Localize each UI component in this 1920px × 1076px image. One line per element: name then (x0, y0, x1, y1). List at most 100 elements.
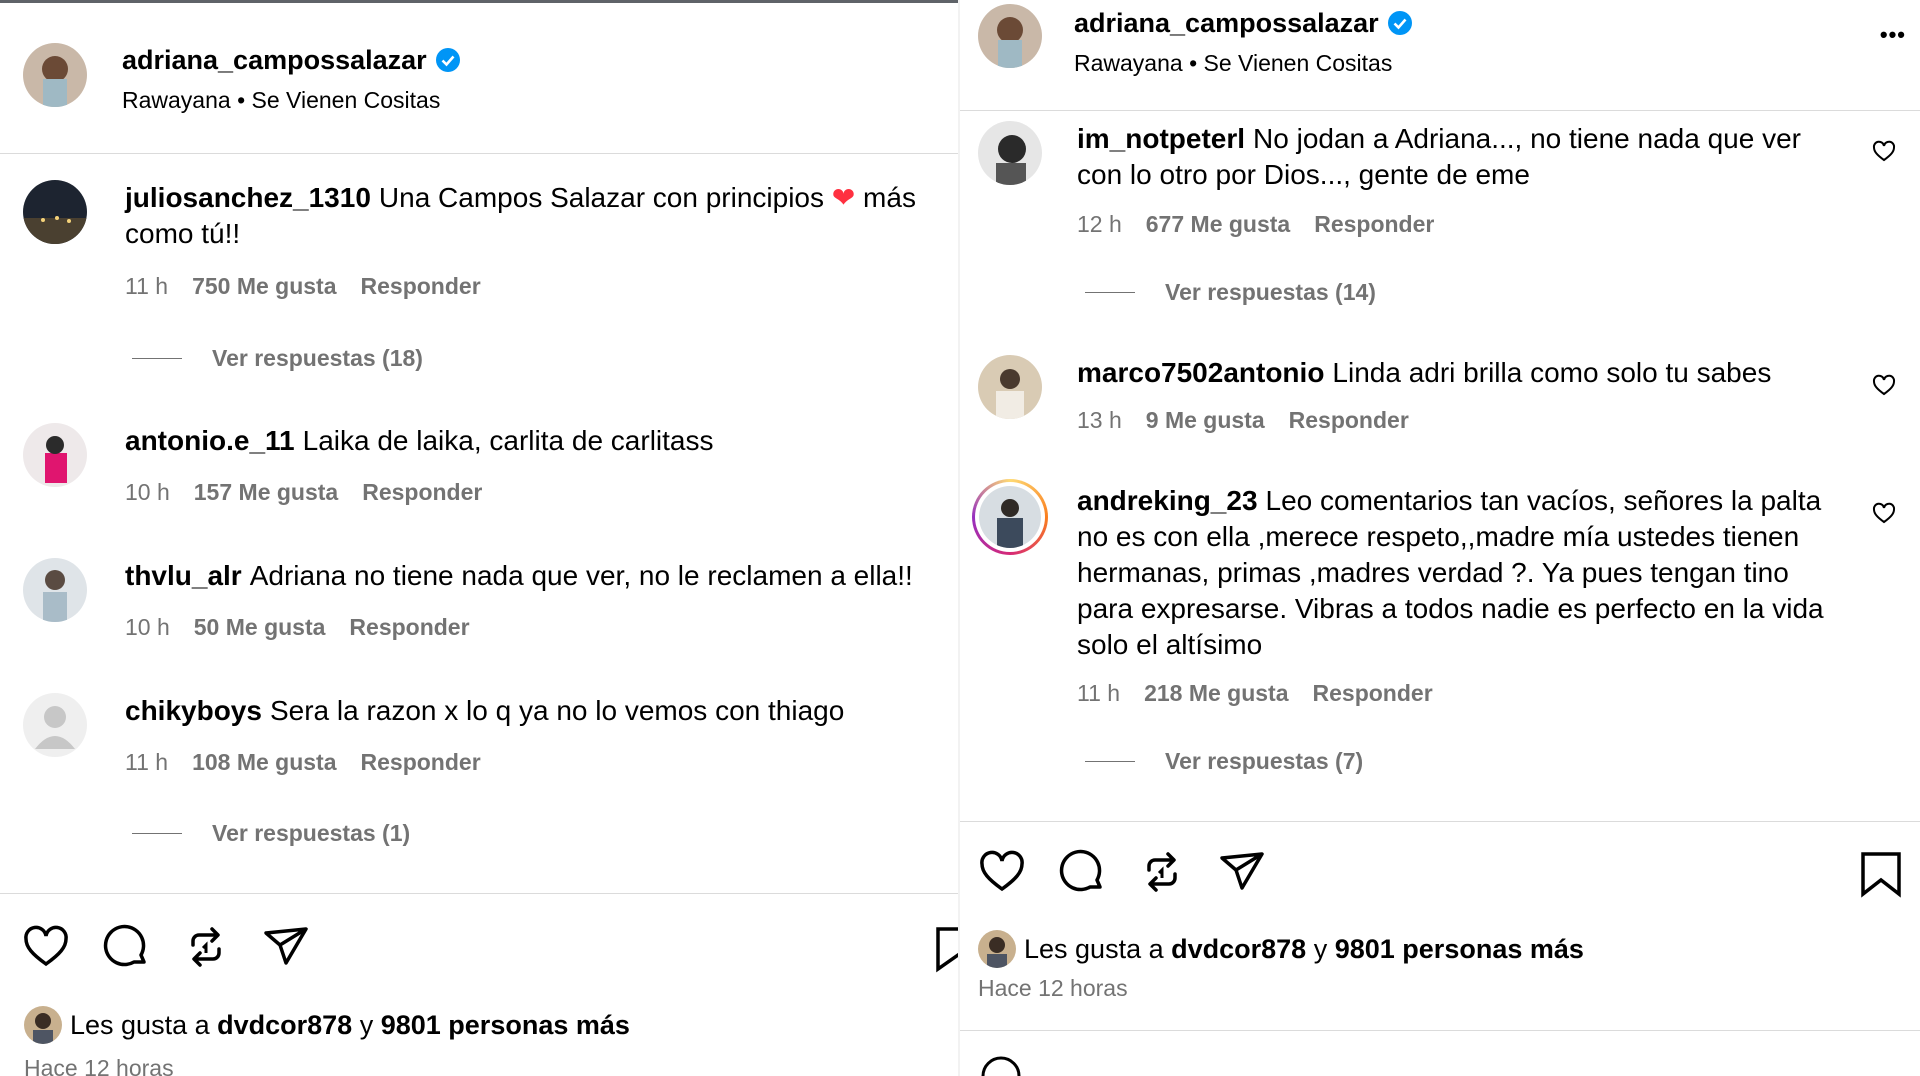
left-post-panel: adriana_campossalazar Rawayana • Se Vien… (0, 0, 958, 1076)
author-avatar[interactable] (23, 43, 87, 107)
view-replies-button[interactable]: Ver respuestas (18) (132, 345, 423, 372)
post-header: adriana_campossalazar Rawayana • Se Vien… (978, 4, 1920, 78)
commenter-username[interactable]: thvlu_alr (125, 560, 242, 591)
composer-divider (960, 1030, 1920, 1031)
repost-icon[interactable] (182, 923, 230, 971)
more-icon[interactable]: ••• (1880, 22, 1906, 48)
comment-meta: 11 h 108 Me gusta Responder (125, 749, 481, 776)
likes-summary: Les gusta a dvdcor878 y 9801 personas má… (24, 1006, 630, 1044)
share-icon[interactable] (262, 923, 310, 971)
audio-subline[interactable]: Rawayana • Se Vienen Cositas (122, 85, 461, 115)
right-post-panel: adriana_campossalazar Rawayana • Se Vien… (960, 0, 1920, 1076)
comment-time[interactable]: 13 h (1077, 407, 1122, 434)
replies-line (132, 358, 182, 359)
liker-avatar[interactable] (978, 930, 1016, 968)
commenter-username[interactable]: juliosanchez_1310 (125, 182, 371, 213)
comment-time[interactable]: 11 h (1077, 680, 1120, 707)
actions-divider (0, 893, 958, 894)
bookmark-icon[interactable] (1860, 850, 1902, 898)
commenter-avatar[interactable] (23, 180, 87, 244)
repost-icon[interactable] (1138, 848, 1186, 896)
reply-button[interactable]: Responder (1289, 407, 1409, 434)
liker-username[interactable]: dvdcor878 (1171, 934, 1306, 965)
comment-text: Una Campos Salazar con principios (378, 182, 825, 213)
comment-time[interactable]: 10 h (125, 614, 170, 641)
liker-username[interactable]: dvdcor878 (217, 1010, 352, 1041)
verified-icon (435, 47, 461, 73)
commenter-username[interactable]: antonio.e_11 (125, 425, 295, 456)
comment-likes[interactable]: 9 Me gusta (1146, 407, 1265, 434)
post-actions (978, 848, 1266, 896)
replies-line (132, 833, 182, 834)
comment-meta: 10 h 157 Me gusta Responder (125, 479, 482, 506)
comment-likes[interactable]: 50 Me gusta (194, 614, 326, 641)
actions-divider (960, 821, 1920, 822)
commenter-username[interactable]: im_notpeterl (1077, 123, 1245, 154)
commenter-avatar[interactable] (23, 693, 87, 757)
likes-summary: Les gusta a dvdcor878 y 9801 personas má… (978, 930, 1584, 968)
comment-likes[interactable]: 677 Me gusta (1146, 211, 1290, 238)
like-comment-heart-icon[interactable] (1872, 373, 1896, 397)
author-username[interactable]: adriana_campossalazar (122, 43, 427, 77)
comment-text: Adriana no tiene nada que ver, no le rec… (249, 560, 913, 591)
commenter-avatar[interactable] (978, 355, 1042, 419)
commenter-avatar-story-ring[interactable] (972, 479, 1048, 555)
reply-button[interactable]: Responder (362, 479, 482, 506)
commenter-avatar[interactable] (23, 558, 87, 622)
reply-button[interactable]: Responder (1314, 211, 1434, 238)
commenter-avatar[interactable] (23, 423, 87, 487)
reply-button[interactable]: Responder (361, 749, 481, 776)
emoji-icon[interactable] (980, 1055, 1022, 1076)
post-actions (22, 923, 310, 971)
author-avatar[interactable] (978, 4, 1042, 68)
author-username[interactable]: adriana_campossalazar (1074, 6, 1379, 40)
comment-meta: 13 h 9 Me gusta Responder (1077, 407, 1409, 434)
view-replies-button[interactable]: Ver respuestas (14) (1085, 279, 1376, 306)
view-replies-button[interactable]: Ver respuestas (1) (132, 820, 410, 847)
replies-line (1085, 292, 1135, 293)
liker-avatar[interactable] (24, 1006, 62, 1044)
likes-count[interactable]: 9801 personas más (381, 1010, 630, 1041)
commenter-avatar (979, 486, 1041, 548)
like-comment-heart-icon[interactable] (1872, 139, 1896, 163)
comment-likes[interactable]: 157 Me gusta (194, 479, 338, 506)
likes-prefix: Les gusta a (70, 1009, 210, 1040)
post-time[interactable]: Hace 12 horas (24, 1055, 174, 1076)
comment-time[interactable]: 11 h (125, 273, 168, 300)
commenter-username[interactable]: chikyboys (125, 695, 262, 726)
verified-icon (1387, 10, 1413, 36)
commenter-avatar[interactable] (978, 121, 1042, 185)
comment-meta: 12 h 677 Me gusta Responder (1077, 211, 1434, 238)
reply-button[interactable]: Responder (1313, 680, 1433, 707)
heart-icon[interactable] (22, 923, 70, 971)
comment-likes[interactable]: 218 Me gusta (1144, 680, 1288, 707)
likes-prefix: Les gusta a (1024, 933, 1164, 964)
comment-time[interactable]: 11 h (125, 749, 168, 776)
reply-button[interactable]: Responder (349, 614, 469, 641)
comment-text: Sera la razon x lo q ya no lo vemos con … (269, 695, 845, 726)
heart-icon[interactable] (978, 848, 1026, 896)
comment-likes[interactable]: 750 Me gusta (192, 273, 336, 300)
share-icon[interactable] (1218, 848, 1266, 896)
comment-icon[interactable] (1058, 848, 1106, 896)
post-time[interactable]: Hace 12 horas (978, 975, 1128, 1002)
bookmark-icon[interactable] (935, 925, 958, 973)
likes-conj: y (1313, 933, 1328, 964)
comment-likes[interactable]: 108 Me gusta (192, 749, 336, 776)
comment-meta: 11 h 218 Me gusta Responder (1077, 680, 1433, 707)
comment-icon[interactable] (102, 923, 150, 971)
comment-text: Linda adri brilla como solo tu sabes (1332, 357, 1772, 388)
view-replies-button[interactable]: Ver respuestas (7) (1085, 748, 1363, 775)
comment-text: Laika de laika, carlita de carlitass (302, 425, 714, 456)
comment-time[interactable]: 12 h (1077, 211, 1122, 238)
reply-button[interactable]: Responder (361, 273, 481, 300)
audio-subline[interactable]: Rawayana • Se Vienen Cositas (1074, 48, 1413, 78)
commenter-username[interactable]: marco7502antonio (1077, 357, 1324, 388)
likes-count[interactable]: 9801 personas más (1335, 934, 1584, 965)
view-replies-label: Ver respuestas (7) (1165, 748, 1364, 774)
like-comment-heart-icon[interactable] (1872, 501, 1896, 525)
header-divider (960, 110, 1920, 111)
commenter-username[interactable]: andreking_23 (1077, 485, 1258, 516)
replies-line (1085, 761, 1135, 762)
comment-time[interactable]: 10 h (125, 479, 170, 506)
